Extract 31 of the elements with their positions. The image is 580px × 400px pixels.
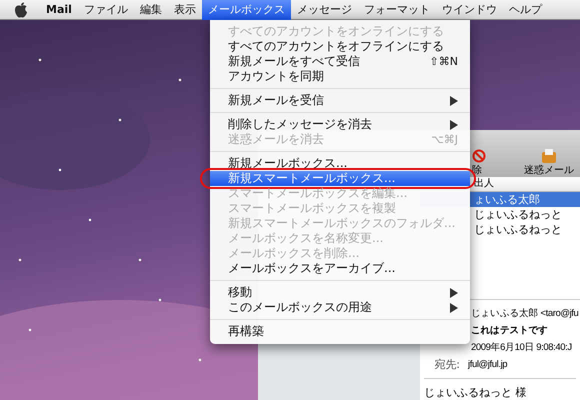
toolbar-label: 迷惑メール — [524, 164, 574, 177]
header-label: 宛先: — [433, 357, 461, 372]
toolbar-label: 除 — [472, 164, 482, 177]
header-value: じょいふる太郎 <taro@jfu — [470, 307, 578, 321]
menu-item[interactable]: 移動 — [210, 285, 470, 300]
junk-bag-icon[interactable] — [541, 148, 558, 163]
menu-item[interactable]: 新規スマートメールボックス... — [210, 171, 470, 186]
menu-item[interactable]: 新規メールボックス... — [210, 156, 470, 171]
apple-icon[interactable] — [14, 2, 28, 18]
message-body: じょいふるねっと 様 — [424, 378, 576, 400]
header-value: jful@jful.jp — [468, 358, 508, 372]
menu-bar-item[interactable]: ウインドウ — [436, 0, 503, 20]
menu-item[interactable]: メールボックスをアーカイブ... — [210, 261, 470, 276]
menu-item[interactable]: 削除したメッセージを消去 — [210, 117, 470, 132]
menu-item[interactable]: このメールボックスの用途 — [210, 300, 470, 315]
menu-item[interactable]: 新規メールを受信 — [210, 93, 470, 108]
menu-bar-item[interactable]: 表示 — [168, 0, 202, 20]
no-sign-icon[interactable] — [472, 149, 486, 163]
menu-item[interactable]: アカウントを同期 — [210, 69, 470, 84]
menu-bar-item[interactable]: 編集 — [134, 0, 168, 20]
header-value: これはテストです — [470, 324, 548, 338]
header-value: 2009年6月10日 9:08:40:J — [470, 341, 572, 355]
menu-bar-item[interactable]: フォーマット — [358, 0, 436, 20]
menu-item[interactable]: 再構築 — [210, 324, 470, 339]
menu-bar-item[interactable]: メッセージ — [290, 0, 358, 20]
menu-item[interactable]: 新規メールをすべて受信 ⇧⌘N — [210, 54, 470, 69]
menu-bar-item[interactable]: ファイル — [78, 0, 134, 20]
menu-bar-item[interactable]: メールボックス — [202, 0, 291, 20]
menu-bar-item[interactable]: ヘルプ — [502, 0, 548, 20]
menu-bar-item[interactable]: Mail — [40, 0, 78, 20]
menu-item[interactable]: すべてのアカウントをオフラインにする — [210, 39, 470, 54]
